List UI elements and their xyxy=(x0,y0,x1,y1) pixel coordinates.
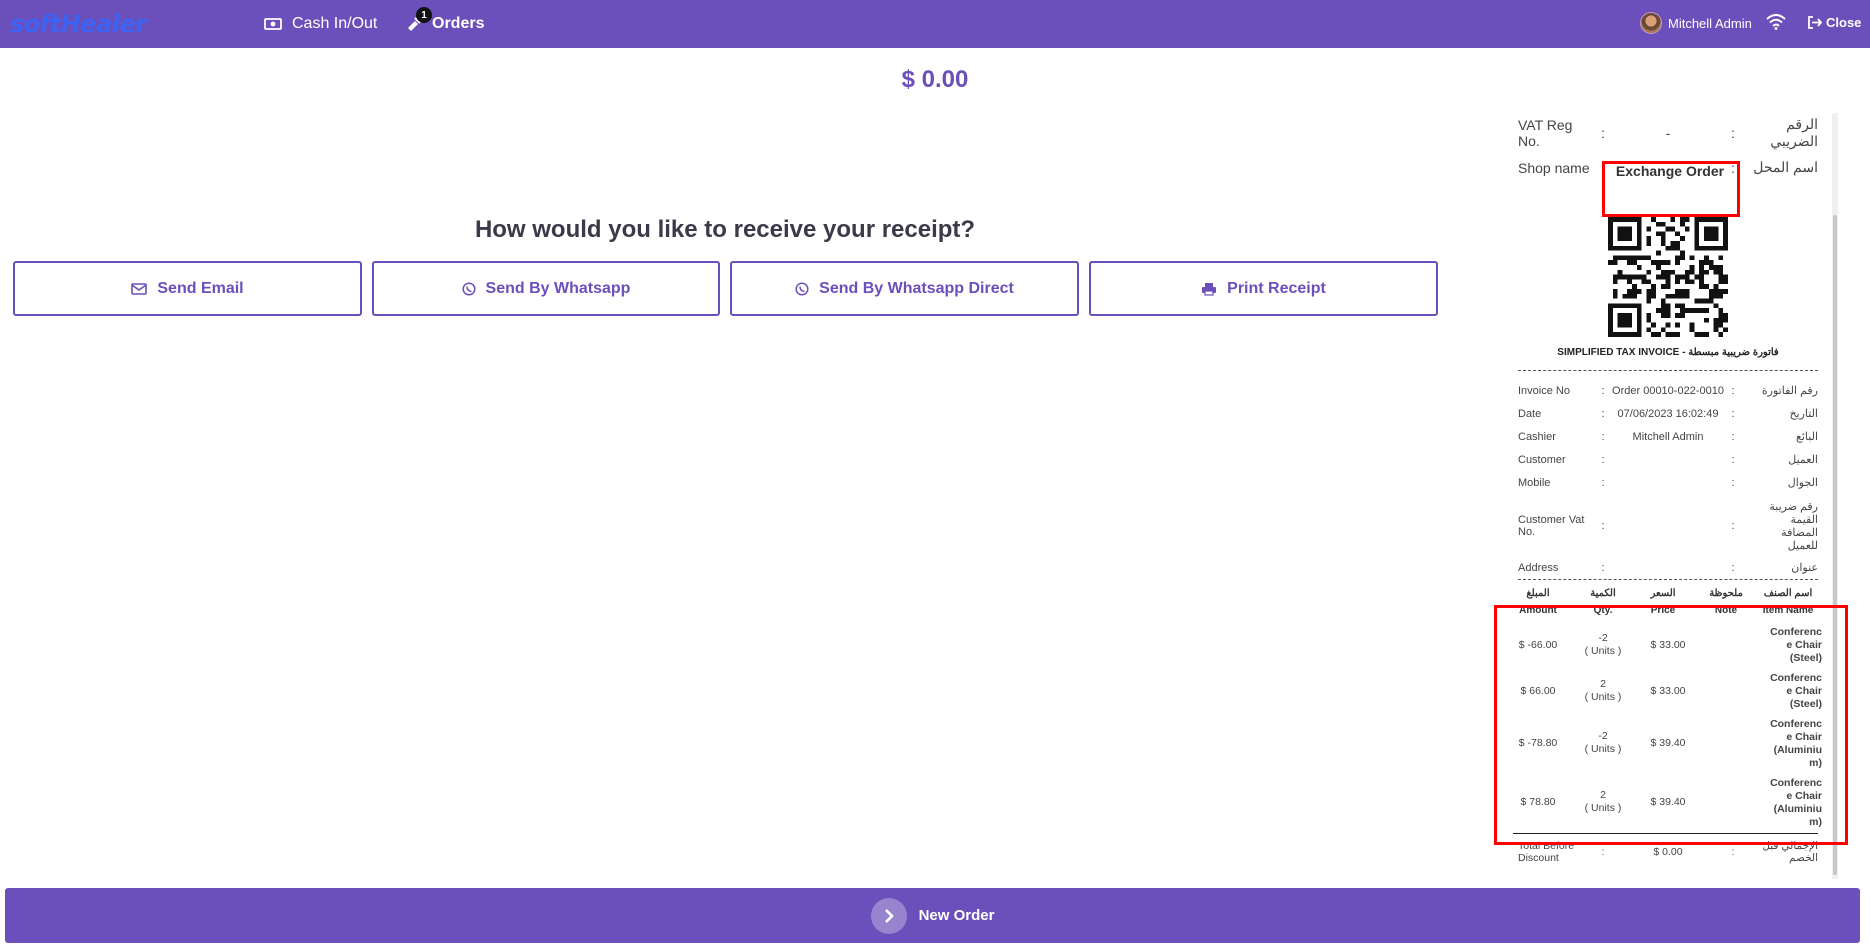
cash-in-out-button[interactable]: Cash In/Out xyxy=(264,0,377,48)
cashier-row: Cashier: Mitchell Admin: البائع xyxy=(1518,430,1818,444)
receipt-question: How would you like to receive your recei… xyxy=(474,216,976,243)
sign-out-icon xyxy=(1808,16,1822,29)
new-order-label: New Order xyxy=(918,907,995,924)
send-whatsapp-button[interactable]: Send By Whatsapp xyxy=(372,261,720,316)
send-whatsapp-label: Send By Whatsapp xyxy=(485,279,631,297)
customer-row: Customer: : العميل xyxy=(1518,453,1818,467)
user-menu[interactable]: Mitchell Admin xyxy=(1640,12,1752,34)
vat-reg-value: - xyxy=(1665,125,1671,141)
send-email-button[interactable]: Send Email xyxy=(13,261,362,316)
printer-icon xyxy=(1201,282,1217,296)
invoice-title: SIMPLIFIED TAX INVOICE - فاتورة ضريبية م… xyxy=(1557,347,1779,358)
order-amount: $ 0.00 xyxy=(901,66,969,93)
cash-in-out-label: Cash In/Out xyxy=(292,15,378,32)
divider xyxy=(1518,579,1818,580)
cash-icon xyxy=(264,17,282,31)
invoice-no-row: Invoice No: Order 00010-022-0010: رقم ال… xyxy=(1518,384,1818,398)
avatar xyxy=(1640,12,1662,34)
send-whatsapp-direct-label: Send By Whatsapp Direct xyxy=(819,279,1014,297)
print-receipt-button[interactable]: Print Receipt xyxy=(1089,261,1438,316)
orders-count-badge: 1 xyxy=(416,7,432,23)
mobile-row: Mobile: : الجوال xyxy=(1518,476,1818,490)
close-label: Close xyxy=(1826,15,1862,30)
send-email-label: Send Email xyxy=(157,279,244,297)
divider xyxy=(1518,370,1818,371)
vat-reg-label-ar: الرقم الضريبي xyxy=(1770,116,1818,149)
orders-label: Orders xyxy=(432,15,485,32)
customer-vat-row: Customer Vat No.: : رقم ضريبة القيمة الم… xyxy=(1518,501,1818,552)
date-row: Date: 07/06/2023 16:02:49: التاريخ xyxy=(1518,407,1818,421)
whatsapp-icon xyxy=(795,281,809,296)
send-whatsapp-direct-button[interactable]: Send By Whatsapp Direct xyxy=(730,261,1079,316)
chevron-right-icon xyxy=(870,897,907,934)
envelope-icon xyxy=(131,282,148,295)
shop-name-label: Shop name xyxy=(1518,159,1590,176)
highlight-exchange-order xyxy=(1602,161,1740,217)
shop-name-label-ar: اسم المحل xyxy=(1753,159,1818,175)
address-row: Address: : عنوان xyxy=(1518,561,1818,575)
qr-code xyxy=(1608,217,1728,337)
close-button[interactable]: Close xyxy=(1808,15,1861,30)
user-name: Mitchell Admin xyxy=(1668,15,1752,31)
orders-button[interactable]: 1 Orders xyxy=(406,0,484,48)
wifi-icon xyxy=(1766,14,1786,35)
orders-icon: 1 xyxy=(406,7,432,32)
vat-reg-label: VAT Reg No. xyxy=(1518,117,1573,149)
top-bar: softHealer Cash In/Out 1 Orders Mitchell… xyxy=(0,0,1870,48)
whatsapp-icon xyxy=(461,281,476,296)
new-order-button[interactable]: New Order xyxy=(5,888,1860,943)
brand-logo: softHealer xyxy=(10,10,147,38)
print-receipt-label: Print Receipt xyxy=(1227,279,1326,297)
highlight-order-lines xyxy=(1494,605,1848,845)
vat-reg-row: VAT Reg No. : - : الرقم الضريبي xyxy=(1518,116,1818,149)
